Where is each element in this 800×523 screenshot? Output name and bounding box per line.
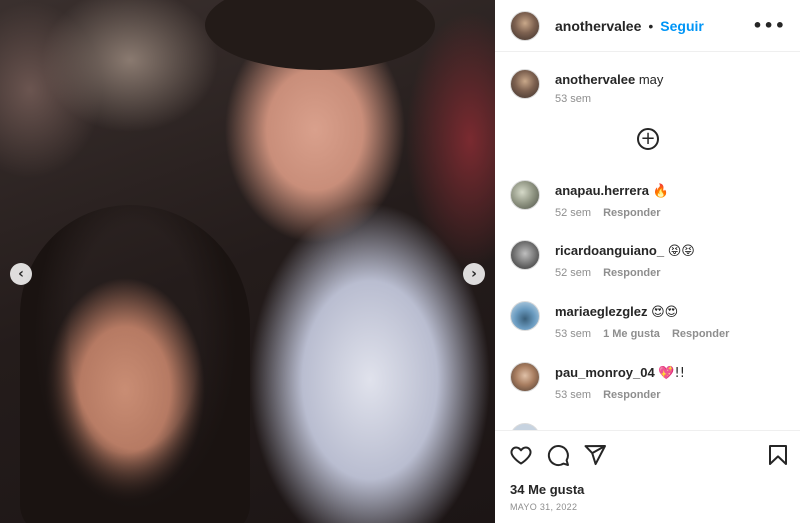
reply-button[interactable]: Responder: [603, 207, 660, 219]
photo-detail: [20, 205, 250, 523]
separator-dot: •: [648, 17, 654, 34]
comment-username[interactable]: ricardoanguiano_: [555, 243, 664, 258]
caption-time[interactable]: 53 sem: [555, 93, 591, 105]
comment-time[interactable]: 53 sem: [555, 389, 591, 401]
reply-button[interactable]: Responder: [672, 328, 729, 340]
likes-count[interactable]: 34 Me gusta: [510, 482, 584, 497]
post-side-panel: anothervalee • Seguir ••• anothervalee m…: [495, 0, 800, 523]
comment-time[interactable]: 53 sem: [555, 328, 591, 340]
avatar[interactable]: [510, 423, 540, 430]
plus-circle-icon[interactable]: +: [637, 128, 659, 150]
comments-list[interactable]: anothervalee may 53 sem + anapau.herrera…: [495, 53, 800, 430]
bookmark-icon[interactable]: [766, 443, 790, 467]
chevron-left-icon[interactable]: ‹: [10, 263, 32, 285]
reply-button[interactable]: Responder: [603, 389, 660, 401]
comment-icon[interactable]: [546, 443, 570, 467]
reply-button[interactable]: Responder: [603, 267, 660, 279]
post-date[interactable]: MAYO 31, 2022: [510, 502, 577, 512]
chevron-right-icon[interactable]: ›: [463, 263, 485, 285]
follow-button[interactable]: Seguir: [660, 18, 704, 34]
author-username[interactable]: anothervalee: [555, 18, 641, 34]
comment-time[interactable]: 52 sem: [555, 267, 591, 279]
caption-username[interactable]: anothervalee: [555, 72, 635, 87]
comment-time[interactable]: 52 sem: [555, 207, 591, 219]
comment-username[interactable]: pau_monroy_04: [555, 365, 655, 380]
caption-item: anothervalee may 53 sem: [510, 69, 790, 105]
comment-text: 💖!!: [658, 366, 685, 381]
comment-username[interactable]: anapau.herrera: [555, 183, 649, 198]
avatar[interactable]: [510, 240, 540, 270]
more-icon[interactable]: •••: [752, 16, 786, 35]
photo-detail: [205, 0, 435, 70]
comment-item: ricardoanguiano_ 😝😝 52 sem Responder: [510, 240, 790, 279]
comment-text: 😝😝: [667, 244, 695, 259]
post-header: anothervalee • Seguir •••: [495, 0, 800, 52]
avatar[interactable]: [510, 10, 540, 41]
post-photo[interactable]: ‹ ›: [0, 0, 495, 523]
comment-likes[interactable]: 1 Me gusta: [603, 328, 660, 340]
comment-text: 😍😍: [651, 305, 679, 320]
comment-username[interactable]: mariaeglezglez: [555, 304, 648, 319]
heart-icon[interactable]: [509, 443, 533, 467]
avatar[interactable]: [510, 301, 540, 331]
share-icon[interactable]: [583, 443, 607, 467]
avatar[interactable]: [510, 362, 540, 392]
avatar[interactable]: [510, 69, 540, 99]
caption-text: may: [638, 72, 664, 87]
comment-item: [510, 423, 790, 430]
comment-text: 🔥: [652, 184, 669, 199]
comment-item: mariaeglezglez 😍😍 53 sem 1 Me gusta Resp…: [510, 301, 790, 340]
avatar[interactable]: [510, 180, 540, 210]
post-actions: 34 Me gusta MAYO 31, 2022: [495, 430, 800, 523]
comment-item: anapau.herrera 🔥 52 sem Responder: [510, 180, 790, 219]
comment-item: pau_monroy_04 💖!! 53 sem Responder: [510, 362, 790, 401]
